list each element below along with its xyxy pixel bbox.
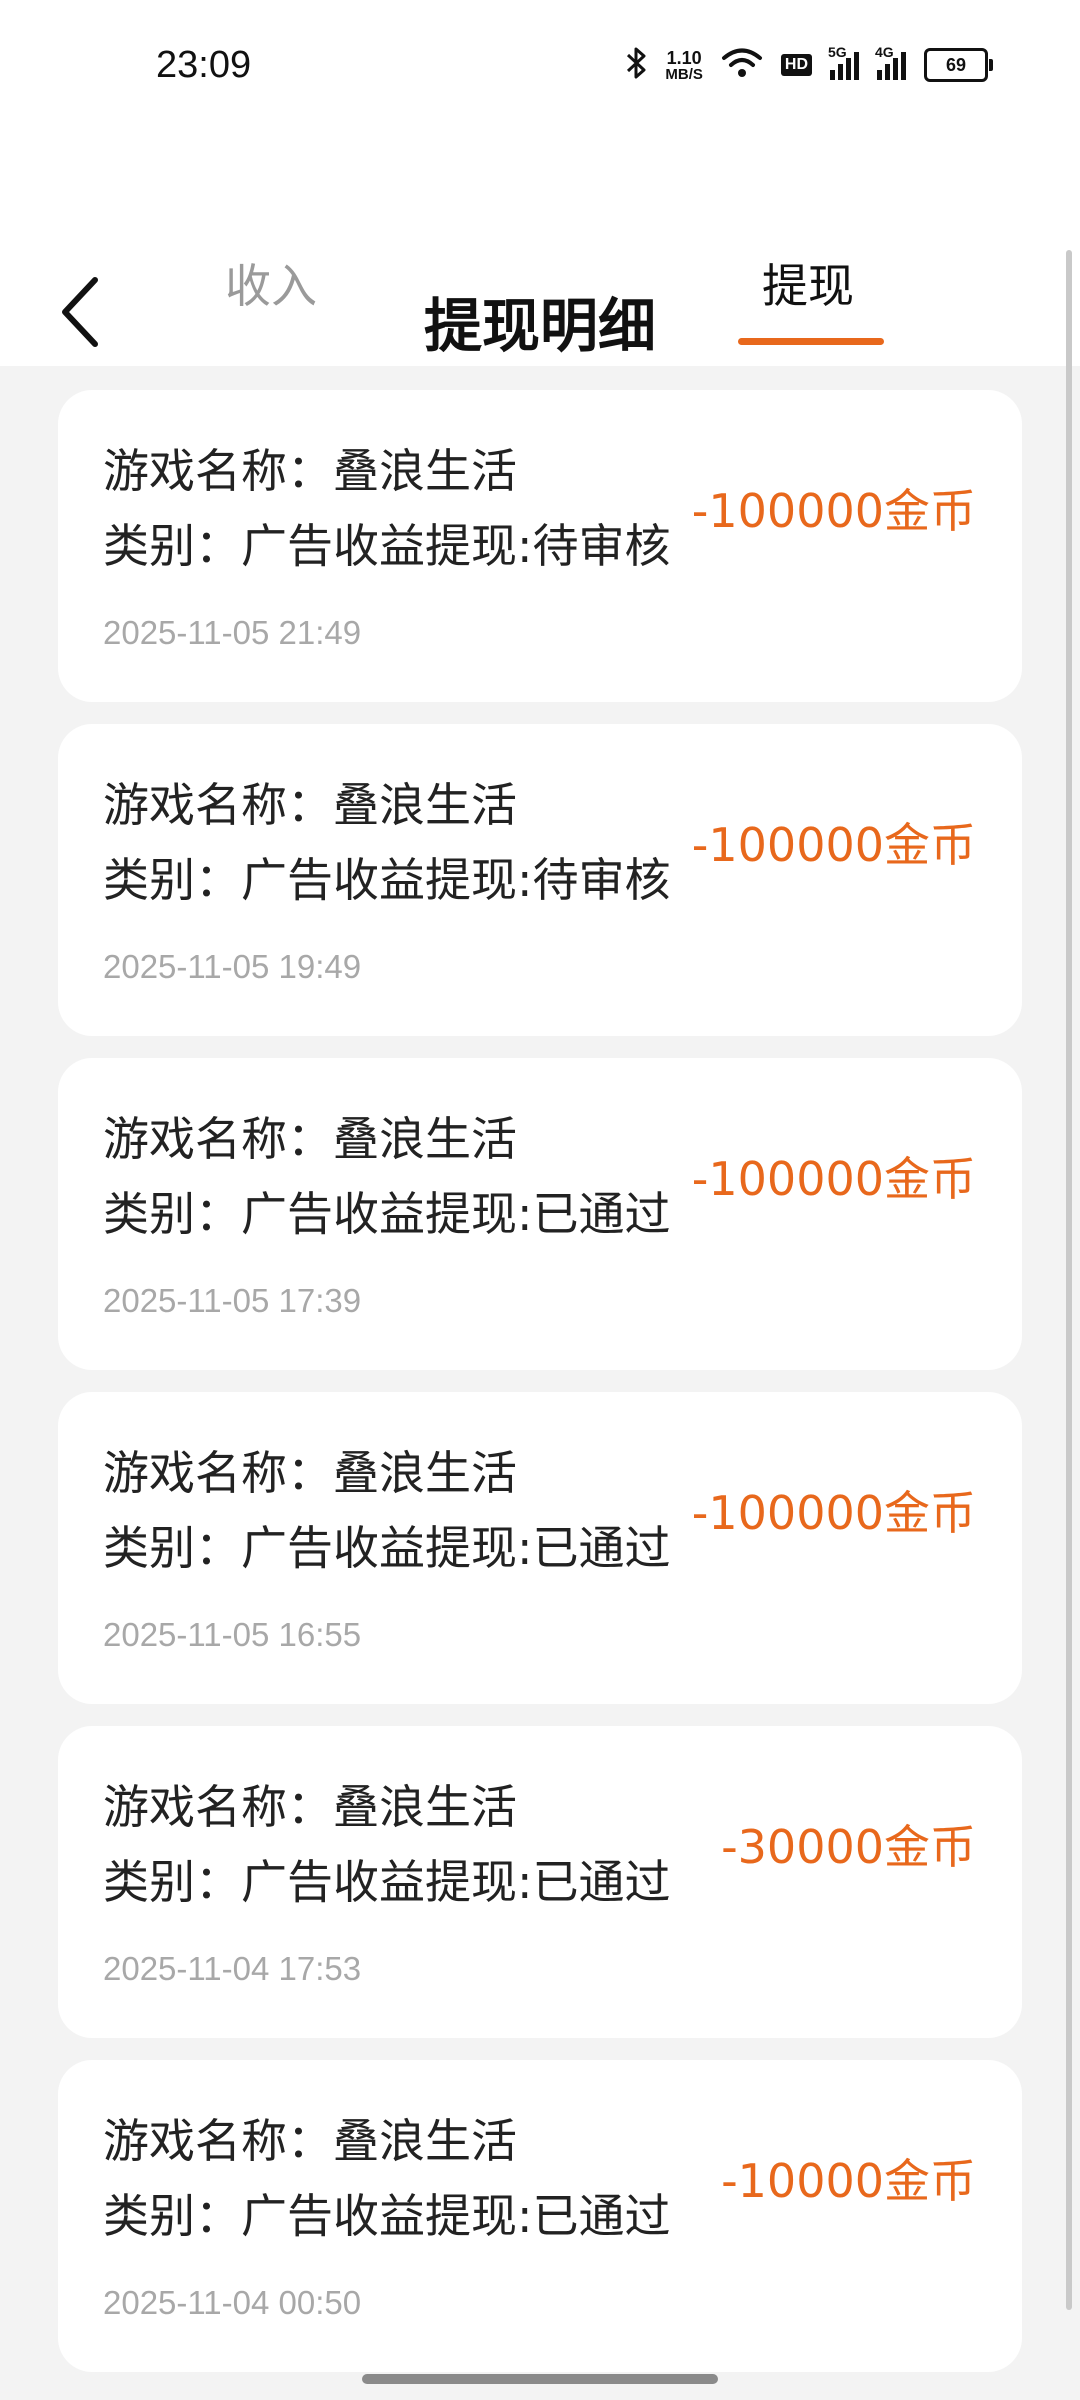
record-card[interactable]: 游戏名称：叠浪生活 类别：广告收益提现:已通过 -100000金币 2025-1…: [58, 1058, 1022, 1370]
record-amount: -30000金币: [721, 1820, 976, 1874]
record-game-name: 游戏名称：叠浪生活: [103, 1780, 517, 1834]
signal-5g-icon: 5G: [828, 44, 859, 80]
tab-withdraw[interactable]: 提现: [762, 250, 854, 316]
record-game-name: 游戏名称：叠浪生活: [103, 1112, 517, 1166]
record-card[interactable]: 游戏名称：叠浪生活 类别：广告收益提现:已通过 -30000金币 2025-11…: [58, 1726, 1022, 2038]
tab-income[interactable]: 收入: [225, 250, 317, 316]
status-icons: 1.10 MB/S HD 5G 4G 69: [625, 44, 993, 84]
record-type: 类别：广告收益提现:待审核: [103, 519, 671, 573]
hd-badge: HD: [780, 54, 812, 76]
active-tab-indicator: [738, 338, 884, 345]
record-type: 类别：广告收益提现:待审核: [103, 853, 671, 907]
battery-icon: 69: [924, 48, 993, 82]
speed-unit: MB/S: [665, 65, 703, 83]
tab-bar: 收入 提现: [0, 250, 1080, 360]
record-type: 类别：广告收益提现:已通过: [103, 1521, 671, 1575]
record-time: 2025-11-05 21:49: [103, 614, 362, 651]
record-game-name: 游戏名称：叠浪生活: [103, 2114, 517, 2168]
bluetooth-icon: [625, 46, 647, 84]
net-4g-label: 4G: [875, 44, 894, 60]
record-type: 类别：广告收益提现:已通过: [103, 2189, 671, 2243]
record-amount: -100000金币: [691, 484, 976, 538]
signal-4g-icon: 4G: [875, 44, 906, 80]
home-indicator[interactable]: [362, 2374, 718, 2384]
record-card[interactable]: 游戏名称：叠浪生活 类别：广告收益提现:已通过 -10000金币 2025-11…: [58, 2060, 1022, 2372]
record-card[interactable]: 游戏名称：叠浪生活 类别：广告收益提现:待审核 -100000金币 2025-1…: [58, 390, 1022, 702]
record-game-name: 游戏名称：叠浪生活: [103, 778, 517, 832]
record-amount: -100000金币: [691, 1486, 976, 1540]
status-bar: 23:09 1.10 MB/S HD 5G 4G 69: [0, 0, 1080, 136]
speed-value: 1.10: [666, 47, 702, 68]
status-time: 23:09: [156, 44, 252, 86]
scrollbar[interactable]: [1066, 250, 1072, 2310]
record-game-name: 游戏名称：叠浪生活: [103, 444, 517, 498]
wifi-icon: [721, 47, 763, 83]
net-5g-label: 5G: [828, 44, 847, 60]
record-amount: -10000金币: [721, 2154, 976, 2208]
battery-level: 69: [945, 54, 967, 75]
record-card[interactable]: 游戏名称：叠浪生活 类别：广告收益提现:待审核 -100000金币 2025-1…: [58, 724, 1022, 1036]
record-time: 2025-11-05 19:49: [103, 948, 362, 985]
record-card[interactable]: 游戏名称：叠浪生活 类别：广告收益提现:已通过 -100000金币 2025-1…: [58, 1392, 1022, 1704]
record-time: 2025-11-04 17:53: [103, 1950, 362, 1987]
record-amount: -100000金币: [691, 1152, 976, 1206]
network-speed: 1.10 MB/S: [665, 49, 703, 82]
record-time: 2025-11-04 00:50: [103, 2284, 362, 2321]
record-game-name: 游戏名称：叠浪生活: [103, 1446, 517, 1500]
record-time: 2025-11-05 16:55: [103, 1616, 362, 1653]
record-type: 类别：广告收益提现:已通过: [103, 1855, 671, 1909]
record-type: 类别：广告收益提现:已通过: [103, 1187, 671, 1241]
record-amount: -100000金币: [691, 818, 976, 872]
record-time: 2025-11-05 17:39: [103, 1282, 362, 1319]
